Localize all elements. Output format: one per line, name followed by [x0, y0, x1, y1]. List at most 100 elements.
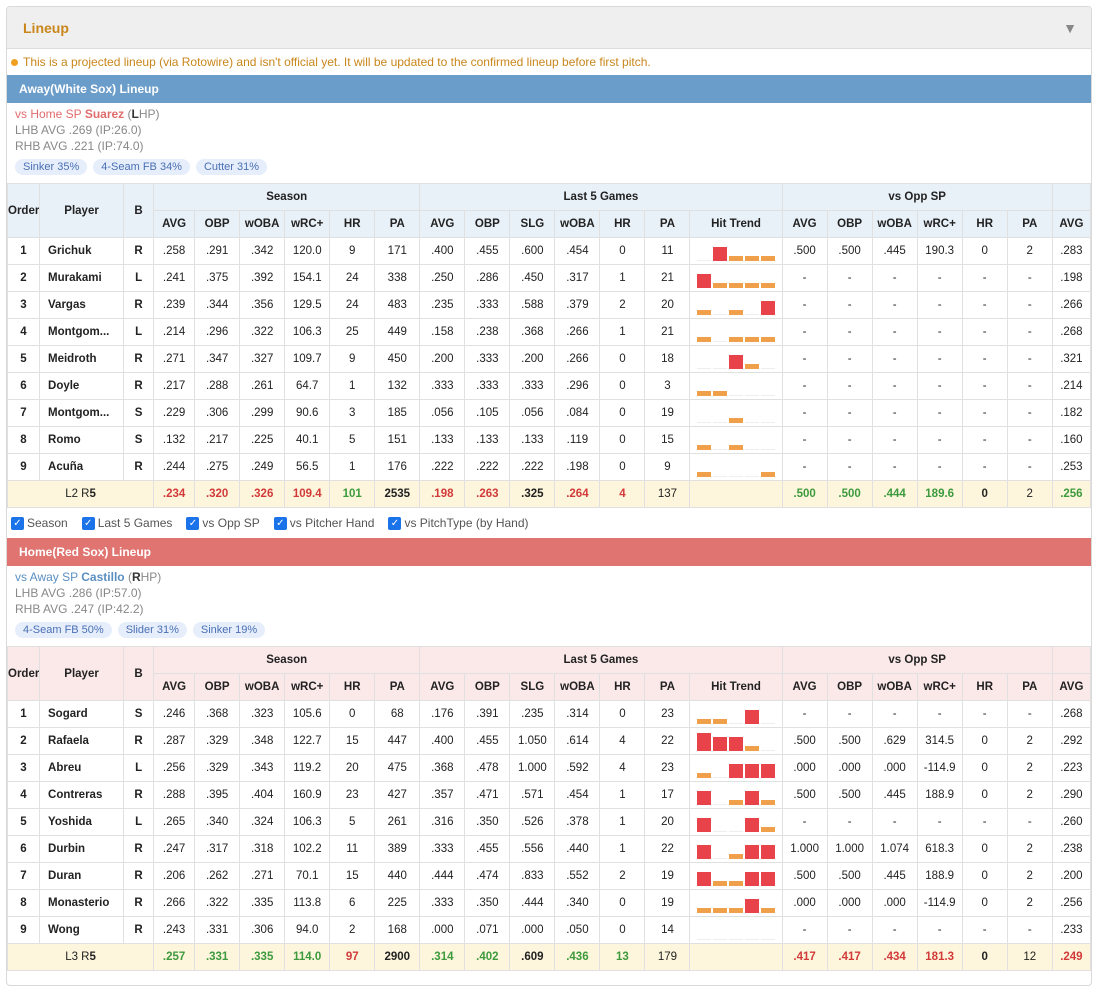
season-hr: 11 — [329, 835, 376, 863]
bats-header[interactable]: B — [123, 646, 155, 701]
player-name[interactable]: Yoshida — [39, 808, 125, 836]
player-name[interactable]: Monasterio — [39, 889, 125, 917]
pitch-type-pill[interactable]: Sinker 35% — [15, 159, 88, 175]
season-hr-header[interactable]: HR — [329, 673, 376, 701]
hit-trend-header: Hit Trend — [689, 673, 783, 701]
column-toggle[interactable]: ✓ vs Pitcher Hand — [273, 516, 375, 530]
hit-trend-sparkline — [691, 812, 781, 832]
column-toggle[interactable]: ✓ vs Opp SP — [186, 516, 260, 530]
last5-avg-header[interactable]: AVG — [419, 673, 466, 701]
opp-wrc-header[interactable]: wRC+ — [916, 673, 963, 701]
pitch-type-pill[interactable]: Cutter 31% — [195, 159, 267, 175]
opp-woba: .629 — [871, 727, 918, 755]
player-name[interactable]: Montgom... — [39, 399, 125, 427]
extra-avg: .268 — [1051, 700, 1091, 728]
season-avg-header[interactable]: AVG — [153, 210, 196, 238]
last5-woba-header[interactable]: wOBA — [554, 673, 601, 701]
hit-trend-bar — [761, 301, 776, 315]
last5-avg-header[interactable]: AVG — [419, 210, 466, 238]
player-name[interactable]: Doyle — [39, 372, 125, 400]
column-toggle[interactable]: ✓ vs PitchType (by Hand) — [388, 516, 529, 530]
extra-avg-header[interactable]: AVG — [1051, 210, 1091, 238]
hit-trend-cell — [689, 345, 783, 373]
checkbox-checked-icon[interactable]: ✓ — [11, 516, 24, 530]
player-name[interactable]: Montgom... — [39, 318, 125, 346]
season-hr-header[interactable]: HR — [329, 210, 376, 238]
last5-woba: .198 — [554, 453, 601, 481]
player-name[interactable]: Rafaela — [39, 727, 125, 755]
player-header[interactable]: Player — [39, 183, 125, 238]
opp-woba-header[interactable]: wOBA — [871, 210, 918, 238]
player-name[interactable]: Murakami — [39, 264, 125, 292]
last5-slg: .222 — [509, 453, 556, 481]
player-header[interactable]: Player — [39, 646, 125, 701]
total-last5-hr: 13 — [599, 943, 646, 971]
last5-pa-header[interactable]: PA — [644, 210, 691, 238]
player-name[interactable]: Contreras — [39, 781, 125, 809]
checkbox-checked-icon[interactable]: ✓ — [273, 516, 287, 530]
player-name[interactable]: Romo — [39, 426, 125, 454]
season-pa: 132 — [374, 372, 421, 400]
player-name[interactable]: Grichuk — [39, 237, 125, 265]
season-pa-header[interactable]: PA — [374, 210, 421, 238]
collapse-caret-icon[interactable]: ▼ — [1063, 20, 1077, 36]
last5-slg-header[interactable]: SLG — [509, 673, 556, 701]
last5-obp-header[interactable]: OBP — [464, 210, 511, 238]
order-header[interactable]: Order — [7, 183, 41, 238]
last5-hr-header[interactable]: HR — [599, 210, 646, 238]
last5-pa: 19 — [644, 399, 691, 427]
checkbox-checked-icon[interactable]: ✓ — [81, 516, 95, 530]
bats-header[interactable]: B — [123, 183, 155, 238]
checkbox-checked-icon[interactable]: ✓ — [388, 516, 402, 530]
lineup-panel-header[interactable]: Lineup ▼ — [7, 7, 1091, 49]
opp-hr: - — [961, 318, 1008, 346]
opp-pa-header[interactable]: PA — [1006, 673, 1053, 701]
season-pa-header[interactable]: PA — [374, 673, 421, 701]
hit-trend-bar — [697, 773, 712, 778]
opp-hr-header[interactable]: HR — [961, 210, 1008, 238]
last5-slg-header[interactable]: SLG — [509, 210, 556, 238]
opp-hr: - — [961, 700, 1008, 728]
last5-pa-header[interactable]: PA — [644, 673, 691, 701]
player-name[interactable]: Wong — [39, 916, 125, 944]
pitch-type-pill[interactable]: Slider 31% — [117, 622, 187, 638]
opp-avg-header[interactable]: AVG — [781, 210, 828, 238]
pitch-type-pill[interactable]: Sinker 19% — [192, 622, 266, 638]
column-toggle[interactable]: ✓ Last 5 Games — [81, 516, 172, 530]
player-name[interactable]: Sogard — [39, 700, 125, 728]
opp-woba-header[interactable]: wOBA — [871, 673, 918, 701]
season-avg-header[interactable]: AVG — [153, 673, 196, 701]
player-name[interactable]: Meidroth — [39, 345, 125, 373]
column-toggle-label: vs Opp SP — [202, 516, 260, 530]
sp-prefix: vs Away SP — [15, 570, 82, 584]
opp-pa-header[interactable]: PA — [1006, 210, 1053, 238]
player-name[interactable]: Abreu — [39, 754, 125, 782]
last5-woba-header[interactable]: wOBA — [554, 210, 601, 238]
opp-wrc-header[interactable]: wRC+ — [916, 210, 963, 238]
checkbox-checked-icon[interactable]: ✓ — [186, 516, 200, 530]
opp-hr-header[interactable]: HR — [961, 673, 1008, 701]
season-woba-header[interactable]: wOBA — [239, 673, 286, 701]
season-wrc-header[interactable]: wRC+ — [284, 673, 331, 701]
last5-obp-header[interactable]: OBP — [464, 673, 511, 701]
order-header[interactable]: Order — [7, 646, 41, 701]
column-toggle-label: vs Pitcher Hand — [289, 516, 375, 530]
sp-name[interactable]: Suarez — [85, 107, 124, 121]
pitch-type-pill[interactable]: 4-Seam FB 34% — [93, 159, 190, 175]
opp-obp-header[interactable]: OBP — [826, 210, 873, 238]
player-name[interactable]: Vargas — [39, 291, 125, 319]
season-woba-header[interactable]: wOBA — [239, 210, 286, 238]
opp-obp-header[interactable]: OBP — [826, 673, 873, 701]
player-name[interactable]: Durbin — [39, 835, 125, 863]
season-obp-header[interactable]: OBP — [194, 673, 241, 701]
opp-avg-header[interactable]: AVG — [781, 673, 828, 701]
extra-avg-header[interactable]: AVG — [1051, 673, 1091, 701]
last5-hr-header[interactable]: HR — [599, 673, 646, 701]
player-name[interactable]: Acuña — [39, 453, 125, 481]
pitch-type-pill[interactable]: 4-Seam FB 50% — [15, 622, 112, 638]
sp-name[interactable]: Castillo — [81, 570, 124, 584]
season-wrc-header[interactable]: wRC+ — [284, 210, 331, 238]
season-obp-header[interactable]: OBP — [194, 210, 241, 238]
player-name[interactable]: Duran — [39, 862, 125, 890]
column-toggle[interactable]: ✓ Season — [11, 516, 68, 530]
